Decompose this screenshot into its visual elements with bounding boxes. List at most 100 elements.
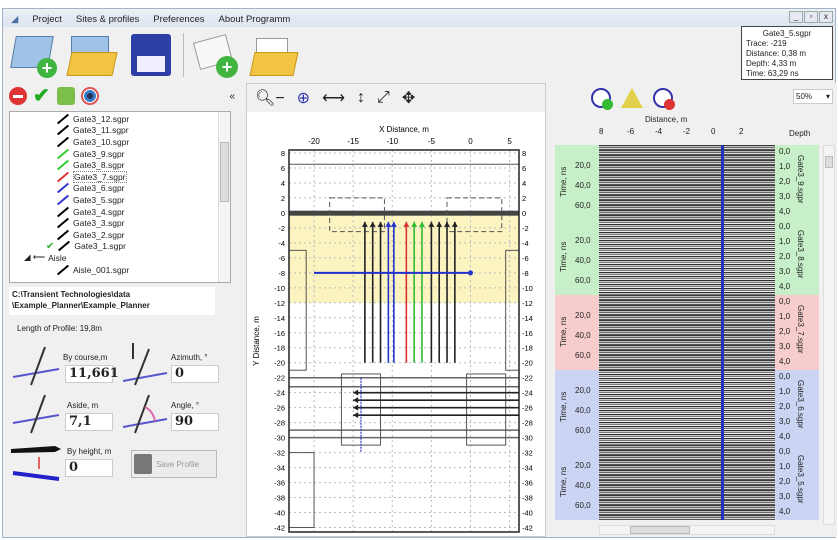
radargram-image[interactable]: [599, 295, 775, 370]
angle-input[interactable]: 90: [171, 413, 219, 431]
radar-x-tick: 2: [739, 127, 744, 136]
depth-tick: 1,0: [779, 387, 791, 396]
radargram-image[interactable]: [599, 145, 775, 220]
time-tick: 40,0: [575, 481, 591, 490]
depth-tick: 4,0: [779, 207, 791, 216]
add-point-icon[interactable]: [591, 88, 613, 110]
tree-item[interactable]: Gate3_9.sgpr: [56, 148, 230, 160]
strip-file-name: Gate3_5.sgpr: [796, 455, 805, 504]
depth-tick: 3,0: [779, 417, 791, 426]
azimuth-input[interactable]: 0: [171, 365, 219, 383]
radargram-strip[interactable]: Time, ns 20,0 40,0 60,0 0,0 1,0 2,0 3,0 4,0 Gate3…: [555, 295, 819, 370]
menu-about[interactable]: About Programm: [219, 14, 291, 25]
diagonal-stretch-icon[interactable]: ⤢: [377, 89, 390, 107]
radar-vertical-scrollbar[interactable]: [823, 145, 835, 525]
tree-item[interactable]: Gate3_6.sgpr: [56, 183, 230, 195]
y-tick-label: -42: [522, 524, 533, 533]
tree-item[interactable]: Gate3_12.sgpr: [56, 113, 230, 125]
y-tick-label: -26: [522, 404, 533, 413]
depth-tick: 0,0: [779, 222, 791, 231]
remove-icon[interactable]: [9, 87, 27, 105]
time-tick: 60,0: [575, 351, 591, 360]
radargram-image[interactable]: [599, 220, 775, 295]
time-tick: 60,0: [575, 501, 591, 510]
maximize-button[interactable]: ▫: [804, 11, 818, 23]
depth-tick: 2,0: [779, 252, 791, 261]
new-site-button[interactable]: +: [9, 30, 59, 80]
radargram-strip[interactable]: Time, ns 20,0 40,0 60,0 0,0 1,0 2,0 3,0 4,0 Gate3…: [555, 445, 819, 520]
vertical-stretch-icon[interactable]: ↕: [357, 89, 365, 107]
open-profile-button[interactable]: [249, 30, 300, 80]
tree-item[interactable]: Gate3_4.sgpr: [56, 206, 230, 218]
radargram-image[interactable]: [599, 445, 775, 520]
profile-tree[interactable]: Gate3_12.sgpr Gate3_11.sgpr Gate3_10.sgpr G…: [9, 111, 231, 283]
tree-item[interactable]: Gate3_10.sgpr: [56, 136, 230, 148]
y-tick-label: -38: [522, 494, 533, 503]
tree-item[interactable]: Gate3_7.sgpr: [56, 170, 230, 183]
view-icon[interactable]: [81, 87, 99, 105]
tree-group-aisle[interactable]: ◢ ⟵ Aisle: [24, 252, 230, 264]
refresh-icon[interactable]: [57, 87, 75, 105]
y-tick-label: -34: [274, 464, 285, 473]
radar-x-tick: 0: [711, 127, 716, 136]
radar-x-tick: -6: [627, 127, 635, 136]
pan-icon[interactable]: ✥: [402, 88, 415, 108]
save-button[interactable]: [125, 30, 175, 80]
radar-x-tick: 8: [599, 127, 604, 136]
close-button[interactable]: x: [819, 11, 833, 23]
time-axis-label: Time, ns: [559, 466, 568, 497]
tree-item[interactable]: Gate3_11.sgpr: [56, 125, 230, 137]
time-tick: 20,0: [575, 161, 591, 170]
menu-sites-profiles[interactable]: Sites & profiles: [76, 14, 139, 25]
plan-toolbar: 🔍︎− ⊕ ⟷ ↕ ⤢ ✥: [247, 84, 545, 112]
y-tick-label: -16: [274, 329, 285, 338]
tree-item[interactable]: Gate3_2.sgpr: [56, 229, 230, 241]
open-site-button[interactable]: [66, 30, 118, 80]
minimize-button[interactable]: _: [789, 11, 803, 23]
radar-horizontal-scrollbar[interactable]: [599, 525, 775, 535]
horizontal-stretch-icon[interactable]: ⟷: [322, 88, 345, 108]
radargram-strip[interactable]: Time, ns 20,0 40,0 60,0 0,0 1,0 2,0 3,0 4,0 Gate3…: [555, 145, 819, 220]
profile-arrow-icon: [56, 113, 70, 125]
tree-item-aisle[interactable]: Aisle_001.sgpr: [56, 264, 230, 276]
zoom-in-icon[interactable]: ⊕: [297, 88, 310, 108]
zoom-out-icon[interactable]: 🔍︎−: [255, 88, 285, 108]
depth-tick: 0,0: [779, 297, 791, 306]
tree-scrollbar[interactable]: [218, 112, 230, 282]
profile-arrow-icon: [56, 171, 70, 183]
y-tick-label: 8: [522, 149, 526, 158]
profile-arrow-icon: [56, 148, 70, 159]
radargram-strip[interactable]: Time, ns 20,0 40,0 60,0 0,0 1,0 2,0 3,0 4,0 Gate3…: [555, 220, 819, 295]
plot-frame: [288, 149, 520, 533]
check-icon[interactable]: ✔: [33, 86, 51, 106]
profile-arrow-icon: [56, 206, 70, 217]
x-tick-label: -15: [347, 137, 359, 146]
depth-label: Depth: [789, 129, 811, 138]
remove-point-icon[interactable]: [653, 88, 675, 110]
tree-item[interactable]: Gate3_8.sgpr: [56, 159, 230, 171]
radargram-image[interactable]: [599, 370, 775, 445]
aside-input[interactable]: 7,1: [65, 413, 113, 431]
new-profile-button[interactable]: +: [192, 30, 242, 80]
menu-preferences[interactable]: Preferences: [153, 14, 204, 25]
save-profile-button[interactable]: Save Profile: [131, 450, 217, 478]
profile-arrow: [353, 397, 359, 404]
collapse-panel-button[interactable]: «: [229, 91, 235, 102]
menu-project[interactable]: Project: [32, 14, 62, 25]
radargram-strip[interactable]: Time, ns 20,0 40,0 60,0 0,0 1,0 2,0 3,0 4,0 Gate3…: [555, 370, 819, 445]
tree-item-label: Aisle_001.sgpr: [73, 264, 130, 275]
add-marker-icon[interactable]: [621, 88, 643, 108]
tree-item[interactable]: Gate3_3.sgpr: [56, 217, 230, 229]
height-input[interactable]: 0: [65, 459, 113, 477]
tree-item[interactable]: Gate3_5.sgpr: [56, 194, 230, 206]
y-tick-label: -2: [522, 224, 529, 233]
profile-arrow: [353, 412, 359, 419]
info-distance: Distance: 0,38 m: [746, 49, 807, 58]
x-axis-label: X Distance, m: [379, 125, 429, 134]
y-tick-label: 4: [522, 179, 526, 188]
site-plan-chart[interactable]: -20-20-15-15-10-10-5-500558866442200-2-2…: [247, 112, 545, 536]
time-tick: 40,0: [575, 406, 591, 415]
tree-item[interactable]: ✔ Gate3_1.sgpr: [46, 241, 230, 253]
by-course-input[interactable]: 11,661: [65, 365, 119, 383]
zoom-select[interactable]: 50% ▾: [793, 89, 833, 104]
